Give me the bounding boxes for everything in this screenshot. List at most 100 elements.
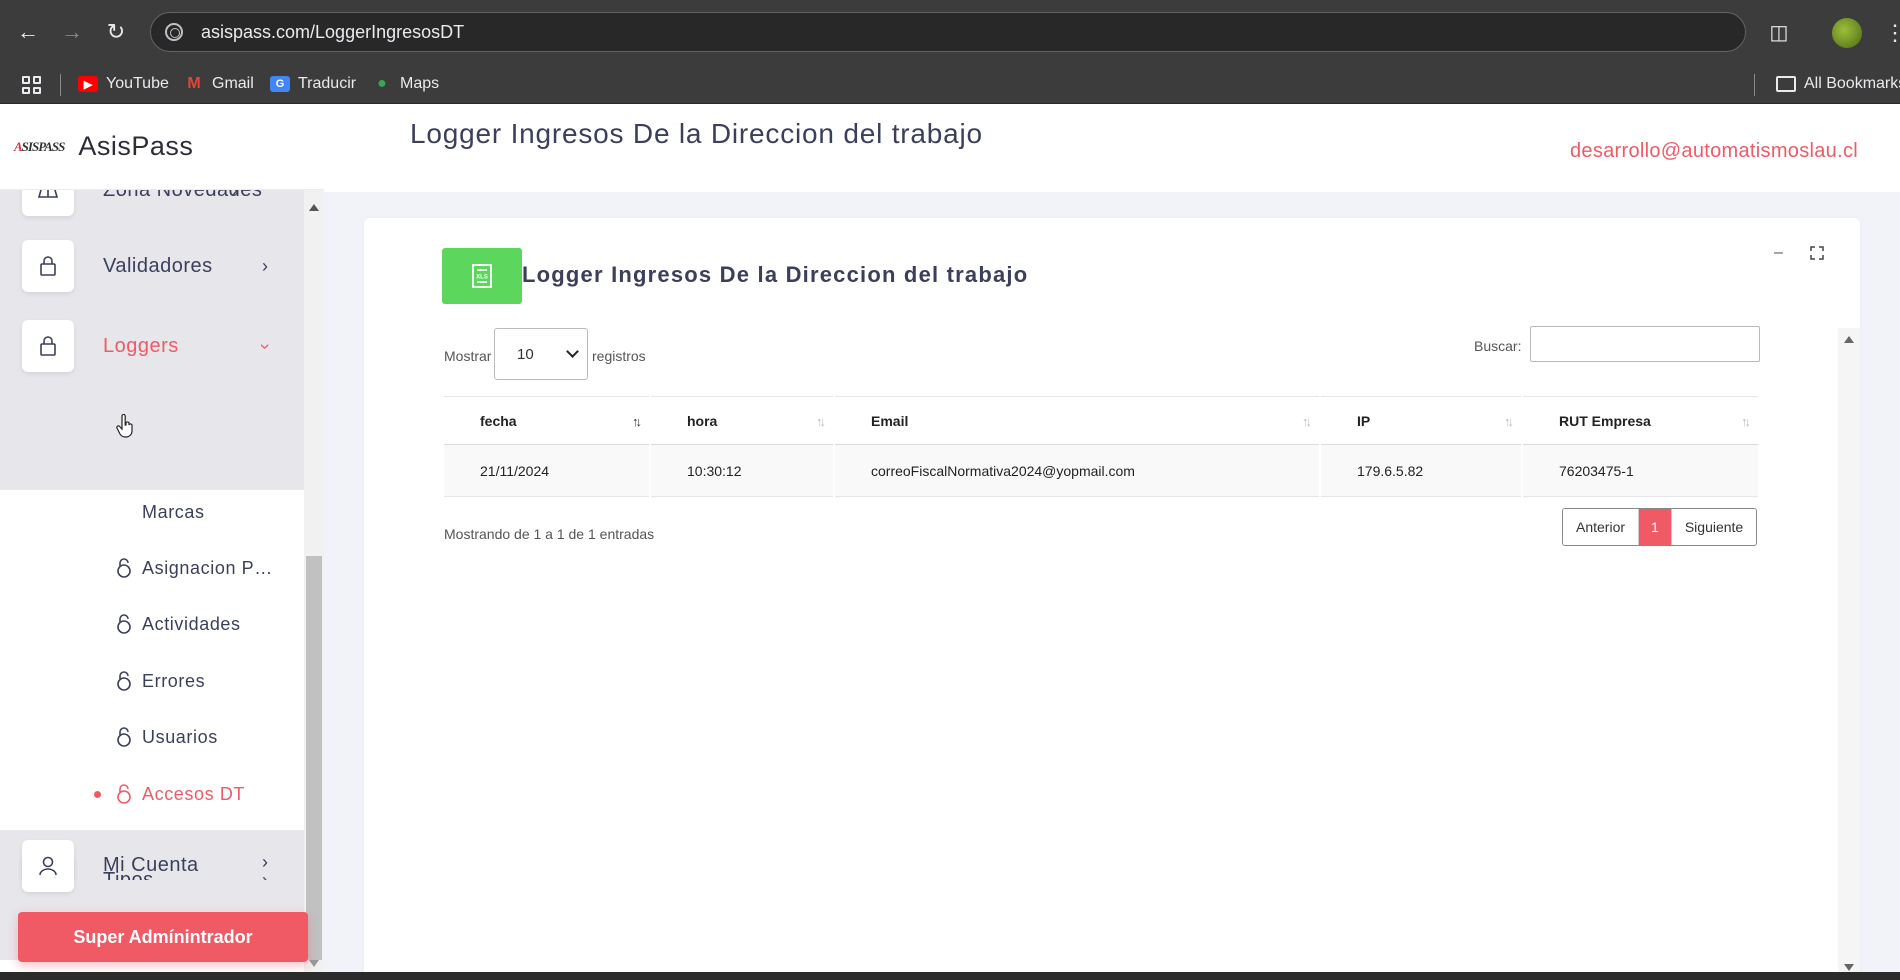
bookmark-youtube[interactable]: ▶ YouTube [78, 70, 169, 98]
loggers-submenu: Marcas Asignacion Permisos Actividades E… [0, 490, 304, 830]
sidebar-item-label: Mi Cuenta [103, 854, 199, 876]
prev-page-button[interactable]: Anterior [1563, 509, 1639, 545]
extensions-icon[interactable]: ◫ [1764, 18, 1794, 48]
submenu-item-label: Accesos DT [142, 783, 246, 804]
column-header-label: IP [1357, 412, 1371, 429]
sidebar-item-label: Zona Novedades [103, 190, 262, 202]
gmail-icon: M [187, 75, 201, 92]
submenu-item-label: Errores [142, 670, 206, 691]
youtube-icon: ▶ [78, 76, 98, 92]
submenu-item-label: Actividades [142, 613, 241, 634]
sidebar-menu: Zona Novedades › Validadores › Loggers › [0, 190, 304, 890]
cell-rut-empresa: 76203475-1 [1521, 444, 1758, 497]
sort-icon: ↑↓ [816, 414, 826, 429]
column-header-rut-empresa[interactable]: RUT Empresa ↑↓ [1521, 396, 1758, 445]
chevron-down-icon [566, 345, 579, 358]
scroll-up-icon[interactable] [1844, 336, 1854, 343]
chevron-right-icon: › [262, 255, 268, 276]
unlock-icon [117, 558, 131, 578]
folder-icon [1776, 76, 1796, 92]
scroll-down-icon[interactable] [309, 960, 319, 967]
submenu-item-label: Asignacion Permisos [142, 557, 282, 578]
scroll-down-icon[interactable] [1844, 964, 1854, 971]
page-length-value: 10 [517, 345, 534, 363]
bookmark-translate[interactable]: G Traducir [270, 70, 356, 98]
bookmark-maps[interactable]: ● Maps [372, 70, 439, 98]
column-header-label: hora [687, 412, 718, 429]
submenu-item-errores[interactable]: Errores [0, 653, 304, 709]
logger-card: XLS Logger Ingresos De la Direccion del … [364, 218, 1860, 972]
sidebar-item-zona-novedades[interactable]: Zona Novedades › [0, 190, 304, 230]
url-text: asispass.com/LoggerIngresosDT [201, 21, 465, 42]
browser-menu-icon[interactable]: ⋮ [1884, 18, 1900, 48]
submenu-item-accesos-dt[interactable]: Accesos DT [0, 766, 304, 822]
pagination: Anterior 1 Siguiente [1562, 508, 1758, 546]
card-scrollbar[interactable] [1838, 328, 1860, 972]
bookmark-gmail[interactable]: M Gmail [184, 70, 254, 98]
site-info-icon[interactable] [165, 23, 183, 41]
back-icon[interactable]: ← [10, 14, 46, 50]
search-input[interactable] [1530, 326, 1760, 362]
bookmark-label: Gmail [212, 75, 254, 92]
column-header-fecha[interactable]: fecha ↑↓ [444, 396, 650, 445]
apps-grid-icon[interactable] [22, 76, 42, 94]
window-bottom-edge [0, 972, 1900, 980]
chevron-down-icon: › [255, 343, 276, 349]
reload-icon[interactable]: ↻ [98, 14, 134, 50]
sort-asc-icon: ↑↓ [632, 414, 642, 429]
minimize-icon[interactable]: – [1774, 244, 1783, 262]
profile-avatar[interactable] [1832, 18, 1862, 48]
page-1-button[interactable]: 1 [1638, 509, 1671, 545]
column-header-ip[interactable]: IP ↑↓ [1319, 396, 1522, 445]
card-title: Logger Ingresos De la Direccion del trab… [522, 262, 1029, 287]
super-admin-button[interactable]: Super Admínintrador [18, 912, 308, 962]
sidebar-item-label: Loggers [103, 334, 179, 357]
sidebar-scrollbar[interactable] [304, 190, 324, 972]
cell-hora: 10:30:12 [649, 444, 834, 497]
next-page-button[interactable]: Siguiente [1670, 509, 1757, 545]
bookmark-label: YouTube [106, 75, 169, 92]
bookmark-label: Traducir [298, 75, 357, 92]
address-bar[interactable]: asispass.com/LoggerIngresosDT [150, 12, 1746, 52]
column-header-email[interactable]: Email ↑↓ [833, 396, 1320, 445]
all-bookmarks[interactable]: All Bookmarks [1776, 70, 1900, 98]
cell-email: correoFiscalNormativa2024@yopmail.com [833, 444, 1320, 497]
user-email[interactable]: desarrollo@automatismoslau.cl [1570, 140, 1858, 163]
table-row[interactable]: 21/11/2024 10:30:12 correoFiscalNormativ… [444, 444, 1758, 497]
column-header-label: Email [871, 412, 909, 429]
submenu-item-actividades[interactable]: Actividades [0, 596, 304, 652]
submenu-item-usuarios[interactable]: Usuarios [0, 709, 304, 765]
column-header-hora[interactable]: hora ↑↓ [649, 396, 834, 445]
page-title: Logger Ingresos De la Direccion del trab… [410, 118, 983, 149]
sidebar: ASISPASS AsisPass Zona Novedades › Valid… [0, 104, 324, 972]
sidebar-item-validadores[interactable]: Validadores › [0, 226, 304, 306]
logger-table: fecha ↑↓ hora ↑↓ Email ↑↓ IP ↑↓ RUT Empresa ↑… [444, 396, 1758, 497]
sort-icon: ↑↓ [1504, 414, 1514, 429]
submenu-item-marcas[interactable]: Marcas [0, 484, 304, 540]
submenu-item-label: Usuarios [142, 726, 218, 747]
unlock-icon [117, 784, 131, 804]
brand-logo: ASISPASS [14, 138, 65, 154]
brand[interactable]: ASISPASS AsisPass [0, 104, 324, 190]
page-viewport: ASISPASS AsisPass Zona Novedades › Valid… [0, 104, 1900, 972]
scroll-up-icon[interactable] [309, 204, 319, 211]
bookmark-separator [1754, 74, 1755, 96]
sidebar-item-label: Validadores [103, 254, 213, 277]
cell-fecha: 21/11/2024 [444, 444, 650, 497]
forward-icon[interactable]: → [54, 14, 90, 50]
fullscreen-icon[interactable] [1810, 246, 1824, 260]
page-header: Logger Ingresos De la Direccion del trab… [324, 104, 1900, 192]
sidebar-item-loggers[interactable]: Loggers › [0, 306, 304, 386]
svg-text:XLS: XLS [476, 275, 488, 281]
page-length-select[interactable]: 10 [494, 328, 588, 380]
sidebar-scroll-thumb[interactable] [306, 556, 322, 960]
excel-export-icon[interactable]: XLS [442, 248, 522, 304]
column-header-label: RUT Empresa [1559, 412, 1651, 429]
unlock-icon [117, 671, 131, 691]
user-icon [22, 840, 74, 892]
cell-ip: 179.6.5.82 [1319, 444, 1522, 497]
all-bookmarks-label: All Bookmarks [1804, 75, 1900, 92]
submenu-item-asignacion[interactable]: Asignacion Permisos [0, 540, 304, 596]
table-info: Mostrando de 1 a 1 de 1 entradas [444, 526, 655, 542]
records-label: registros [592, 348, 646, 364]
